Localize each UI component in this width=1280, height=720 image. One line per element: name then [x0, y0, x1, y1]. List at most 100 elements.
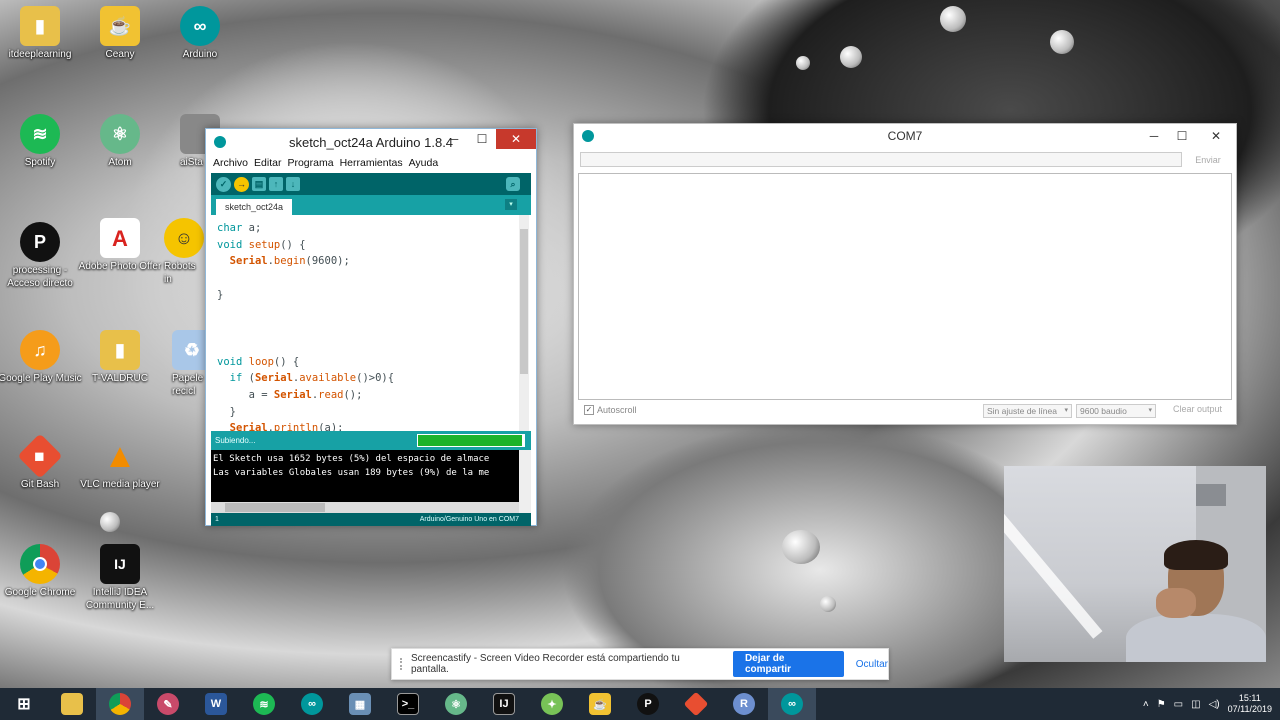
serial-monitor-button[interactable]: ⌕ [506, 177, 520, 191]
tab-menu-button[interactable]: ▾ [505, 199, 517, 210]
app-icon: ✎ [157, 693, 179, 715]
folder-icon: ▮ [20, 6, 60, 46]
send-button[interactable]: Enviar [1188, 152, 1228, 167]
menu-archivo[interactable]: Archivo [213, 157, 248, 169]
hide-button[interactable]: Ocultar [856, 659, 888, 670]
taskbar-r[interactable]: R [720, 688, 768, 720]
taskbar-atom[interactable]: ⚛ [432, 688, 480, 720]
chevron-up-icon[interactable]: ˄ [1143, 699, 1149, 710]
desktop-icon-intellij[interactable]: IJ IntelliJ IDEA Community E... [78, 544, 162, 612]
clock[interactable]: 15:11 07/11/2019 [1228, 693, 1272, 715]
code-line: } [217, 288, 224, 301]
maximize-button[interactable]: ☐ [1168, 126, 1196, 146]
desktop-icon-spotify[interactable]: ≋ Spotify [0, 114, 82, 169]
desktop-icon-google-play-music[interactable]: ♫ Google Play Music [0, 330, 82, 385]
taskbar-word[interactable]: W [192, 688, 240, 720]
r-icon: R [733, 693, 755, 715]
autoscroll-checkbox[interactable]: ✓ [584, 405, 594, 415]
vlc-icon: ▲ [103, 436, 137, 475]
water-drop [782, 530, 820, 564]
autoscroll-label: Autoscroll [597, 405, 637, 415]
desktop-icon-git-bash[interactable]: ◆ Git Bash [0, 433, 82, 491]
git-icon: ◆ [17, 433, 63, 479]
code-line: a = Serial.read(); [217, 389, 363, 402]
desktop-icon-google-chrome[interactable]: Google Chrome [0, 544, 82, 599]
robot-icon: ☺ [164, 218, 204, 258]
serial-titlebar[interactable]: COM7 ─ ☐ ✕ [574, 124, 1236, 148]
taskbar-spotify[interactable]: ≋ [240, 688, 288, 720]
processing-icon: P [637, 693, 659, 715]
taskbar-calculator[interactable]: ▦ [336, 688, 384, 720]
save-sketch-button[interactable]: ↓ [286, 177, 300, 191]
menu-programa[interactable]: Programa [287, 157, 333, 169]
desktop-icon-ceany[interactable]: ☕ Ceany [78, 6, 162, 61]
webcam-person [1126, 540, 1266, 662]
upload-button[interactable]: → [234, 176, 249, 192]
taskbar-explorer[interactable] [48, 688, 96, 720]
taskbar-chrome[interactable] [96, 688, 144, 720]
baud-rate-select[interactable]: 9600 baudio ▾ [1076, 404, 1156, 418]
console-hscroll-thumb[interactable] [225, 503, 325, 512]
desktop-icon-arduino[interactable]: ∞ Arduino [158, 6, 242, 61]
code-editor[interactable]: char a; void setup() { Serial.begin(9600… [211, 215, 531, 431]
minimize-button[interactable]: ─ [1140, 126, 1168, 146]
spotify-icon: ≋ [20, 114, 60, 154]
stop-sharing-button[interactable]: Dejar de compartir [732, 651, 844, 677]
console-line: El Sketch usa 1652 bytes (5%) del espaci… [213, 454, 490, 464]
serial-window-title: COM7 [887, 129, 923, 143]
taskbar-terminal[interactable]: >_ [384, 688, 432, 720]
drag-handle-icon[interactable] [400, 658, 403, 670]
battery-icon[interactable]: ▭ [1174, 699, 1183, 710]
taskbar-intellij[interactable]: IJ [480, 688, 528, 720]
menu-herramientas[interactable]: Herramientas [340, 157, 403, 169]
maximize-button[interactable]: ☐ [468, 129, 496, 149]
close-button[interactable]: ✕ [1196, 126, 1236, 146]
serial-monitor-window[interactable]: COM7 ─ ☐ ✕ Enviar ✓ Autoscroll Sin ajust… [573, 123, 1237, 425]
serial-send-input[interactable] [580, 152, 1182, 167]
code-line: } [217, 405, 236, 418]
arduino-icon [582, 130, 594, 142]
water-drop [840, 46, 862, 68]
taskbar-processing[interactable]: P [624, 688, 672, 720]
network-icon[interactable]: ◫ [1191, 699, 1200, 710]
desktop-icon-vlc[interactable]: ▲ VLC media player [78, 436, 162, 491]
taskbar-git[interactable] [672, 688, 720, 720]
desktop-icon-robots[interactable]: ☺ Robots in [150, 218, 206, 286]
desktop-icon-aista[interactable]: aiSta [150, 114, 220, 169]
flag-icon[interactable]: ⚑ [1157, 699, 1166, 710]
taskbar-arduino[interactable]: ∞ [288, 688, 336, 720]
new-sketch-button[interactable]: ▤ [252, 177, 266, 191]
code-line: Serial.begin(9600); [229, 255, 350, 268]
desktop-icon-recycle-bin[interactable]: ♻ Papele recicl [150, 330, 212, 398]
start-button[interactable]: ⊞ [0, 688, 48, 720]
intellij-icon: IJ [100, 544, 140, 584]
ide-titlebar[interactable]: sketch_oct24a Arduino 1.8.4 ─ ☐ ✕ [206, 129, 536, 155]
headphones-icon: ♫ [20, 330, 60, 370]
taskbar-arduino-active[interactable]: ∞ [768, 688, 816, 720]
sketch-code[interactable]: char a; void setup() { Serial.begin(9600… [211, 215, 531, 431]
screencastify-message: Screencastify - Screen Video Recorder es… [410, 653, 680, 675]
volume-icon[interactable]: ◁) [1209, 699, 1220, 710]
line-ending-select[interactable]: Sin ajuste de línea ▾ [983, 404, 1072, 418]
editor-scrollbar[interactable] [519, 215, 529, 431]
verify-button[interactable]: ✓ [216, 176, 231, 192]
console-hscrollbar[interactable] [211, 502, 519, 513]
desktop-icon-itdeeplearning[interactable]: ▮ itdeeplearning [0, 6, 82, 61]
tab-sketch[interactable]: sketch_oct24a [216, 199, 293, 215]
taskbar-android[interactable]: ✦ [528, 688, 576, 720]
desktop-icon-processing[interactable]: P processing - Acceso directo [0, 222, 82, 290]
menu-editar[interactable]: Editar [254, 157, 281, 169]
minimize-button[interactable]: ─ [440, 129, 468, 149]
editor-scroll-thumb[interactable] [520, 229, 528, 374]
serial-output[interactable] [578, 173, 1232, 400]
arduino-ide-window[interactable]: sketch_oct24a Arduino 1.8.4 ─ ☐ ✕ Archiv… [205, 128, 537, 526]
clear-output-button[interactable]: Clear output [1173, 404, 1222, 414]
ide-console[interactable]: El Sketch usa 1652 bytes (5%) del espaci… [211, 450, 531, 513]
open-sketch-button[interactable]: ↑ [269, 177, 283, 191]
taskbar-app[interactable]: ✎ [144, 688, 192, 720]
console-vscrollbar[interactable] [519, 450, 531, 513]
menu-ayuda[interactable]: Ayuda [409, 157, 439, 169]
taskbar-ceany[interactable]: ☕ [576, 688, 624, 720]
close-button[interactable]: ✕ [496, 129, 536, 149]
chrome-icon [109, 693, 131, 715]
